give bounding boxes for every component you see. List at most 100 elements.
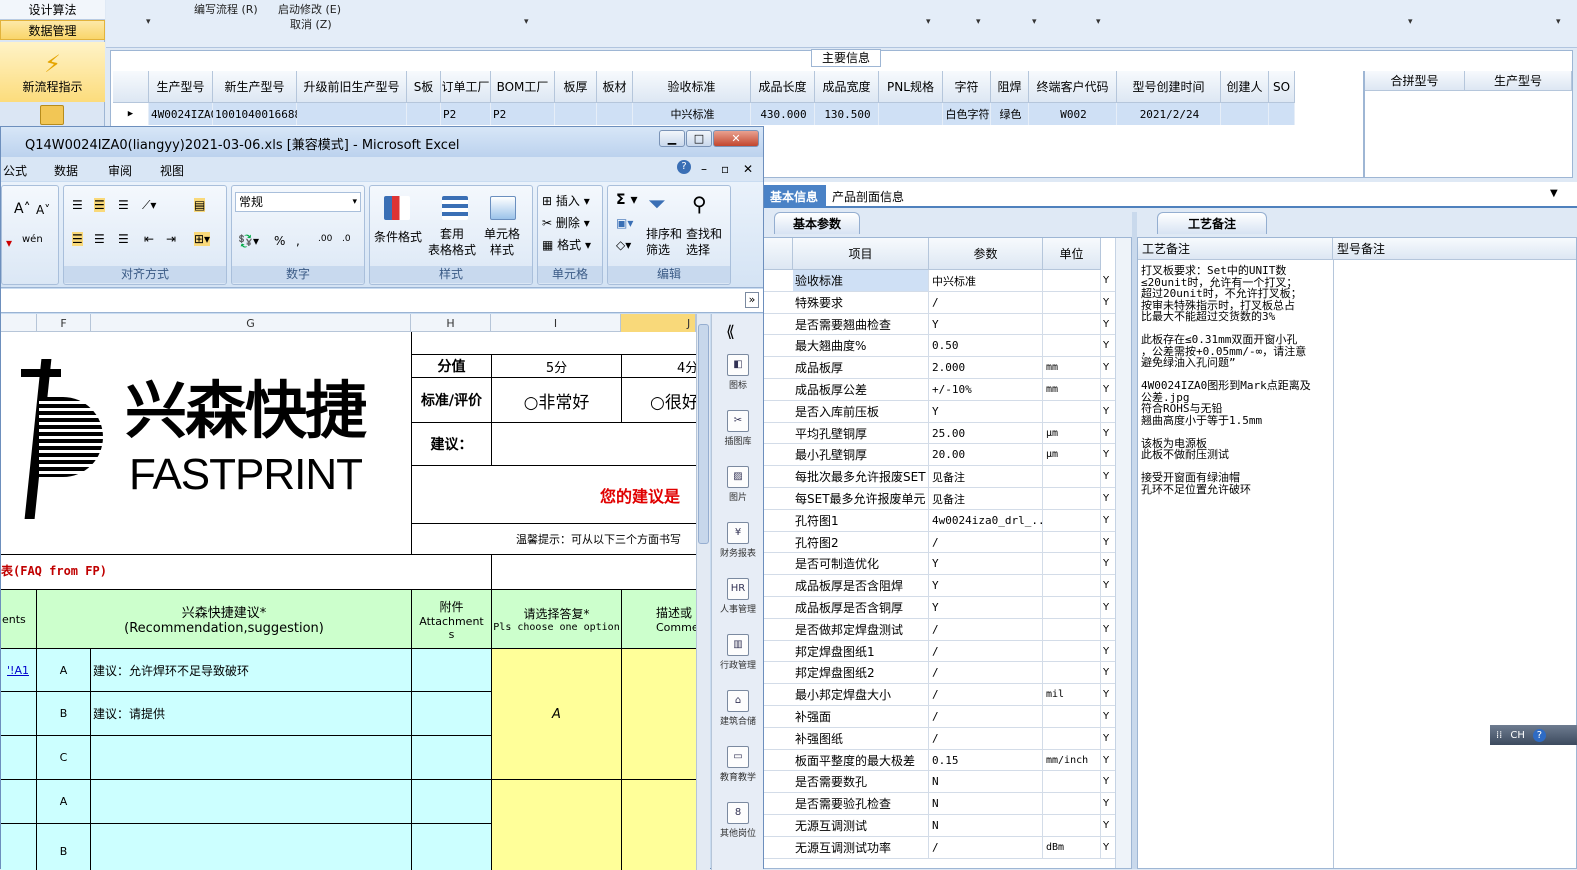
- col-header[interactable]: S板: [407, 71, 441, 103]
- param-value[interactable]: Y: [929, 553, 1043, 575]
- tab-process-notes[interactable]: 工艺备注: [1157, 212, 1268, 234]
- suggestion-text[interactable]: 建议：请提供: [90, 691, 412, 736]
- currency-icon[interactable]: 💱▾: [238, 234, 259, 248]
- col-header[interactable]: 终端客户代码: [1029, 71, 1117, 103]
- grid-cell[interactable]: [1269, 103, 1295, 125]
- col-header[interactable]: 字符: [943, 71, 991, 103]
- param-row[interactable]: 孔符图1 4w0024iza0_drl_... Y: [763, 509, 1123, 532]
- clear-icon[interactable]: ◇▾: [616, 238, 631, 252]
- description-cell[interactable]: [621, 648, 696, 780]
- grid-cell[interactable]: [1221, 103, 1269, 125]
- grid-cell[interactable]: 10010400166882: [213, 103, 308, 125]
- param-value[interactable]: Y: [929, 313, 1043, 335]
- col-header-f[interactable]: F: [37, 314, 91, 332]
- col-header[interactable]: 新生产型号: [213, 71, 297, 103]
- param-value[interactable]: N: [929, 815, 1043, 836]
- param-row[interactable]: 成品板厚公差 +/-10% mm Y: [763, 379, 1123, 401]
- grid-cell[interactable]: [407, 103, 441, 125]
- help-icon[interactable]: ?: [1532, 728, 1546, 742]
- col-header[interactable]: 成品宽度: [815, 71, 879, 103]
- row-indicator[interactable]: ▶: [113, 103, 149, 125]
- param-value[interactable]: 0.50: [929, 335, 1043, 357]
- param-row[interactable]: 板面平整度的最大极差 0.15 mm/inch Y: [763, 749, 1123, 772]
- sidebar-template-item[interactable]: ◧ 图标: [712, 354, 764, 391]
- param-value[interactable]: /: [929, 727, 1043, 749]
- param-value[interactable]: /: [929, 618, 1043, 640]
- expand-formula-icon[interactable]: »: [745, 292, 759, 308]
- maximize-button[interactable]: □: [686, 130, 712, 147]
- sort-filter-icon[interactable]: ⏷: [648, 192, 666, 217]
- param-value[interactable]: /: [929, 531, 1043, 553]
- orientation-icon[interactable]: ⟋▾: [142, 198, 156, 213]
- attachment-cell[interactable]: [411, 823, 492, 870]
- table-format-icon[interactable]: [442, 196, 468, 220]
- grid-cell[interactable]: [597, 103, 633, 125]
- close-icon[interactable]: ✕: [743, 162, 753, 176]
- answer-cell-2[interactable]: [491, 779, 622, 870]
- param-value[interactable]: 4w0024iza0_drl_...: [929, 509, 1043, 531]
- decrease-font-icon[interactable]: A˅: [36, 203, 50, 217]
- increase-font-icon[interactable]: A˄: [14, 201, 31, 217]
- comment-cell[interactable]: [1, 779, 37, 824]
- scroll-thumb[interactable]: [698, 324, 709, 544]
- cell-style-icon[interactable]: [490, 196, 516, 220]
- col-header[interactable]: SO: [1269, 71, 1295, 103]
- minimize-icon[interactable]: –: [701, 162, 707, 176]
- tab-basic-params[interactable]: 基本参数: [774, 212, 861, 234]
- align-left-icon[interactable]: ☰: [72, 232, 83, 246]
- folder-icon[interactable]: [40, 105, 64, 125]
- sidebar-template-item[interactable]: ⌂ 建筑合储: [712, 690, 764, 727]
- sheet-scrollbar[interactable]: [696, 314, 710, 870]
- write-flow-button[interactable]: 编写流程 (R): [194, 1, 258, 17]
- param-row[interactable]: 特殊要求 / Y: [763, 291, 1123, 314]
- font-color-icon[interactable]: ▾: [6, 236, 12, 250]
- col-header[interactable]: 成品长度: [751, 71, 815, 103]
- grid-cell[interactable]: [297, 103, 407, 125]
- param-row[interactable]: 补强图纸 / Y: [763, 727, 1123, 750]
- comment-cell[interactable]: [1, 735, 37, 780]
- grid-cell[interactable]: 4W0024IZA0: [149, 103, 217, 125]
- formula-bar[interactable]: »: [1, 289, 763, 313]
- align-middle-icon[interactable]: ☰: [94, 198, 105, 212]
- grid-cell[interactable]: [555, 103, 597, 125]
- param-row[interactable]: 最小邦定焊盘大小 / mil Y: [763, 684, 1123, 706]
- param-value[interactable]: 20.00: [929, 444, 1043, 466]
- find-select-button[interactable]: 查找和 选择: [686, 226, 722, 258]
- col-header[interactable]: 板材: [597, 71, 633, 103]
- nav-new-flow[interactable]: ⚡ 新流程指示: [0, 42, 105, 102]
- param-row[interactable]: 成品板厚是否含铜厚 Y Y: [763, 597, 1123, 619]
- merge-center-icon[interactable]: ⊞▾: [194, 232, 211, 246]
- minimize-button[interactable]: ▁: [659, 130, 685, 147]
- merge-col-header[interactable]: 合拼型号: [1365, 71, 1465, 91]
- param-row[interactable]: 最小孔壁铜厚 20.00 μm Y: [763, 444, 1123, 467]
- sidebar-template-item[interactable]: ✂ 插图库: [712, 410, 764, 447]
- insert-button[interactable]: ⊞ 插入 ▾: [542, 192, 590, 209]
- col-header[interactable]: 订单工厂: [441, 71, 491, 103]
- increase-indent-icon[interactable]: ⇥: [166, 232, 176, 246]
- col-header[interactable]: 验收标准: [633, 71, 751, 103]
- param-value[interactable]: /: [929, 640, 1043, 662]
- align-top-icon[interactable]: ☰: [72, 198, 83, 212]
- grid-cell[interactable]: W002: [1029, 103, 1117, 125]
- chevron-down-icon[interactable]: ▾: [1556, 17, 1561, 27]
- description-cell-2[interactable]: [621, 779, 696, 870]
- grid-cell[interactable]: 2021/2/24: [1117, 103, 1221, 125]
- col-header[interactable]: BOM工厂: [491, 71, 555, 103]
- param-value[interactable]: /: [929, 836, 1043, 858]
- sidebar-template-item[interactable]: ▭ 教育教学: [712, 746, 764, 783]
- param-row[interactable]: 每批次最多允许报废SET 见备注 Y: [763, 466, 1123, 488]
- attachment-cell[interactable]: [411, 735, 492, 780]
- col-param[interactable]: 参数: [929, 238, 1043, 270]
- conditional-format-icon[interactable]: [384, 196, 410, 220]
- align-bottom-icon[interactable]: ☰: [118, 198, 129, 212]
- col-header[interactable]: 生产型号: [149, 71, 213, 103]
- col-header[interactable]: PNL规格: [879, 71, 943, 103]
- param-value[interactable]: +/-10%: [929, 379, 1043, 400]
- decrease-decimal-icon[interactable]: .0: [342, 234, 351, 244]
- percent-icon[interactable]: %: [274, 234, 285, 248]
- sidebar-template-item[interactable]: ¥ 财务报表: [712, 522, 764, 559]
- chevron-down-icon[interactable]: ▾: [976, 17, 981, 27]
- grid-cell[interactable]: 130.500: [815, 103, 879, 125]
- process-note-text[interactable]: 打叉板要求：Set中的UNIT数 ≤20unit时，允许有一个打叉； 超过20u…: [1141, 265, 1331, 495]
- tab-product-section[interactable]: 产品剖面信息: [824, 185, 912, 208]
